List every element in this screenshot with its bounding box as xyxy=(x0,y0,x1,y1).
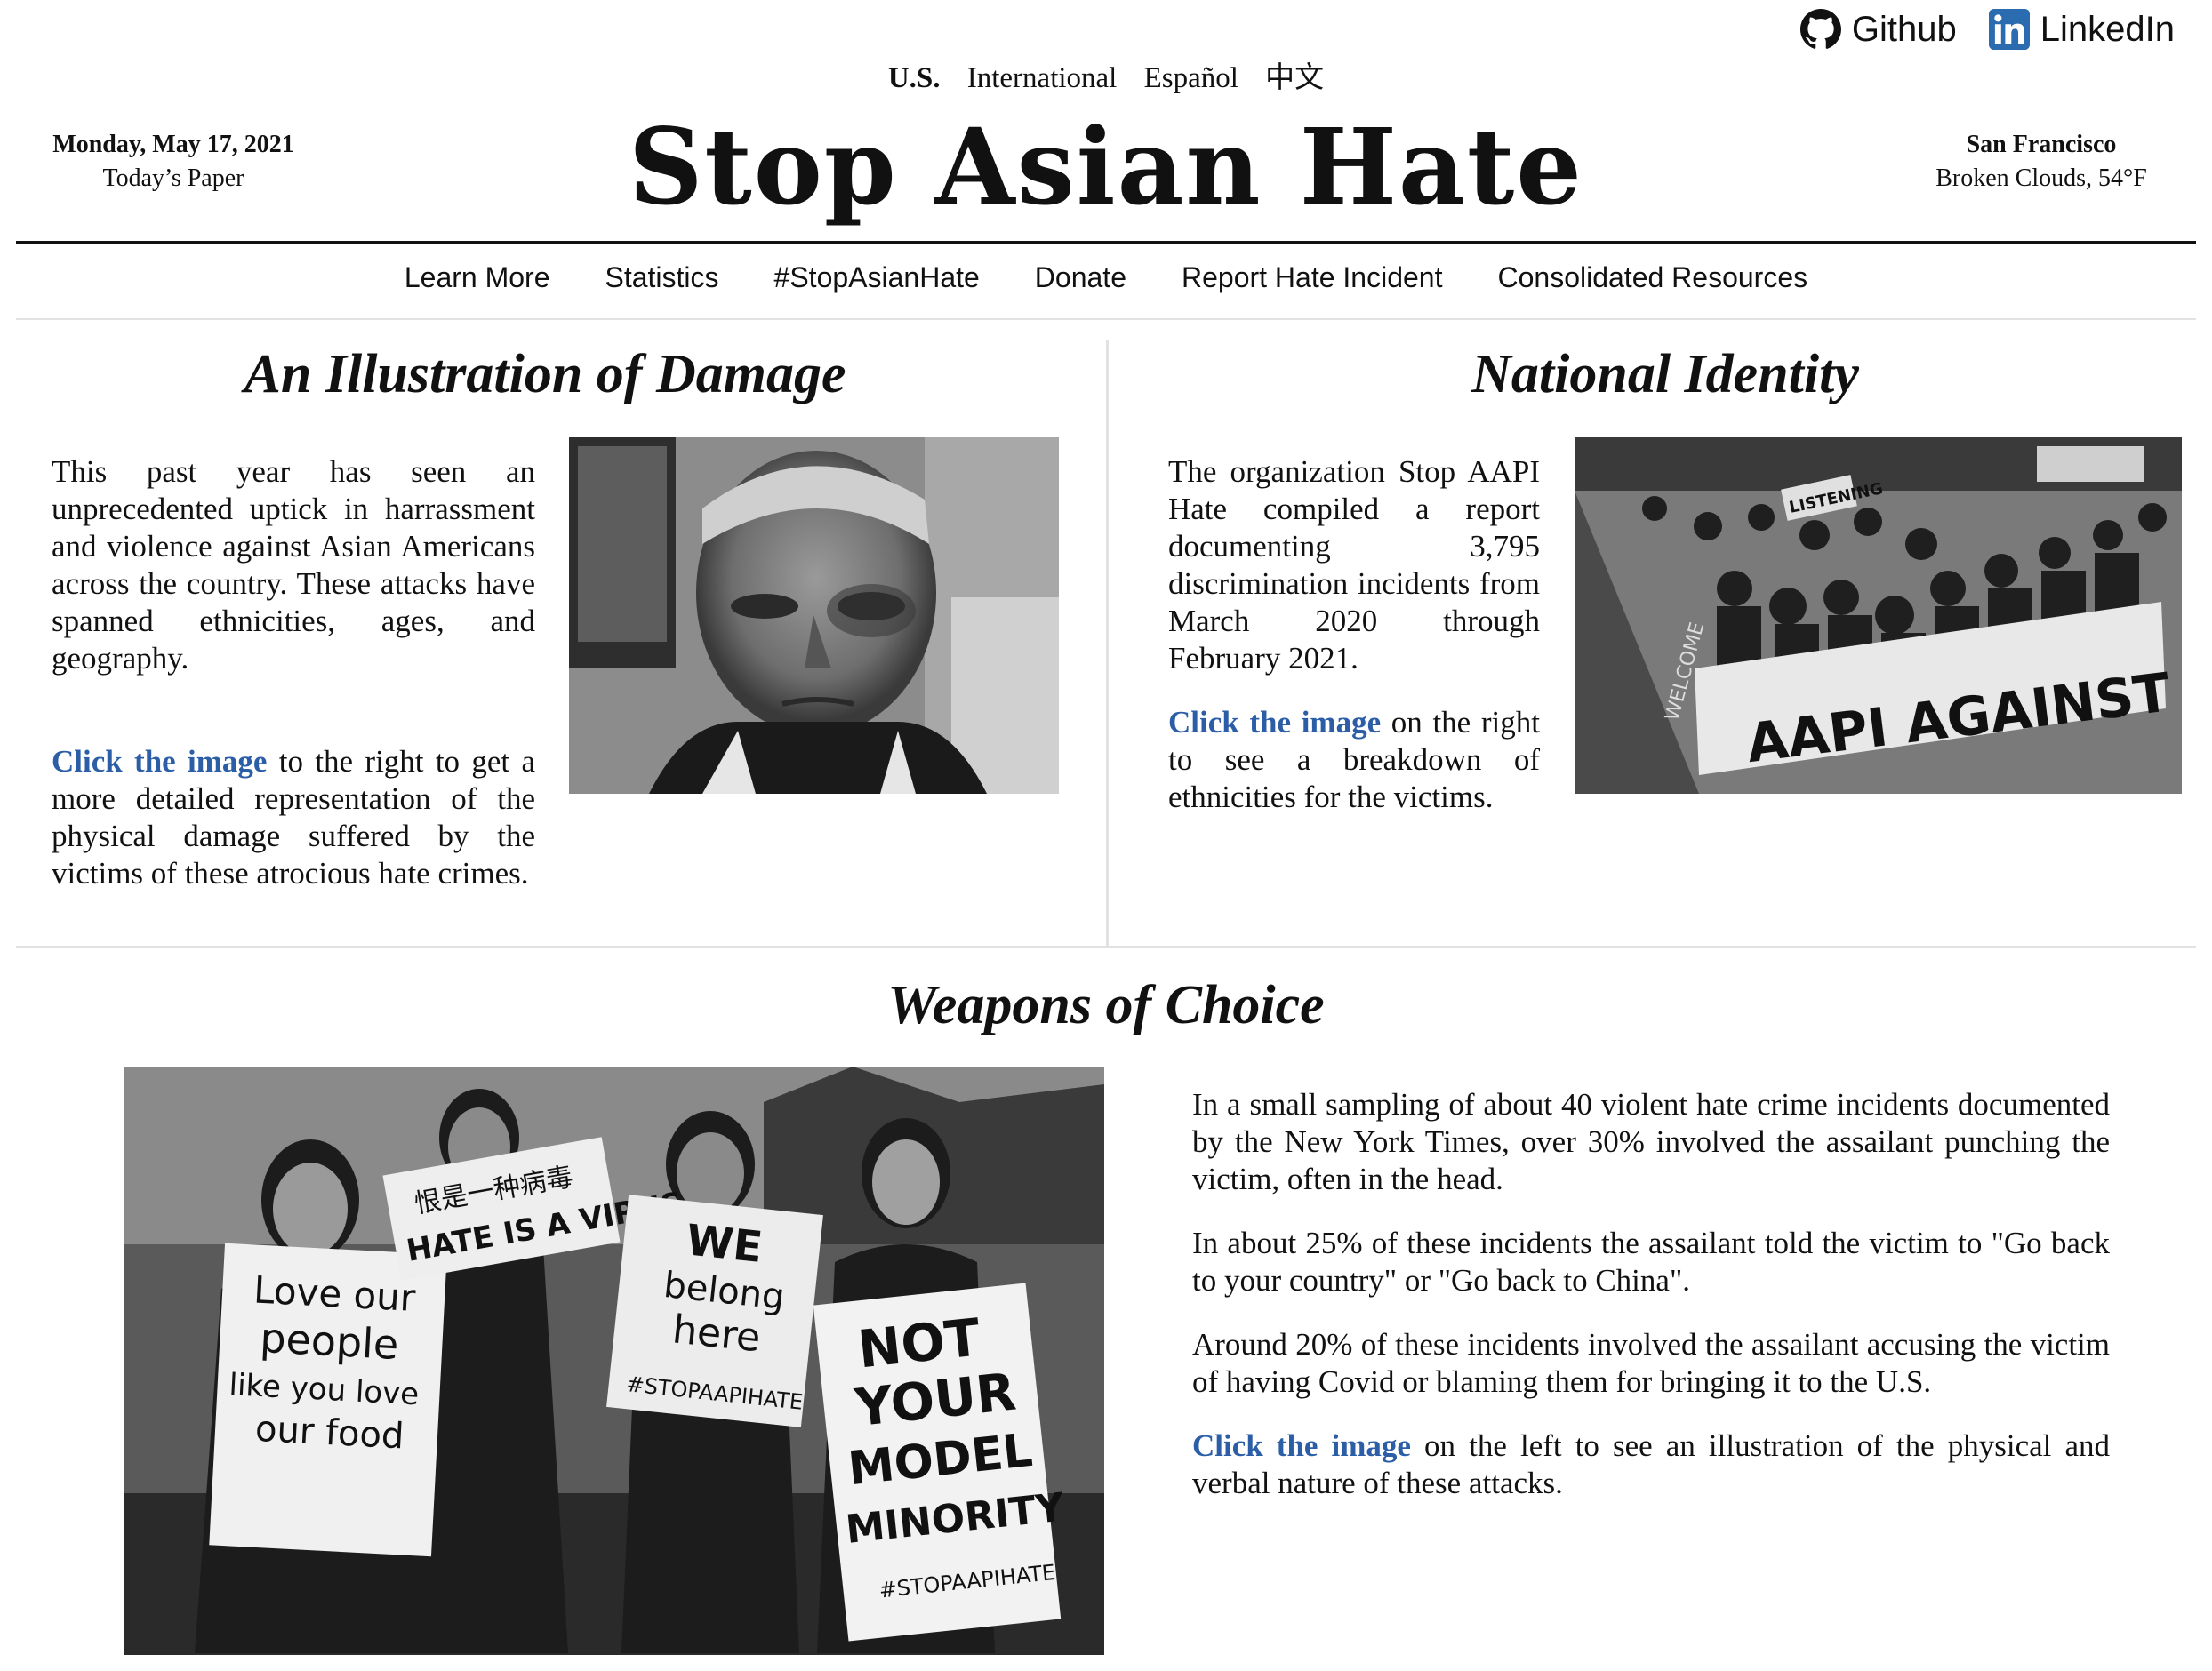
sign1-line2: people xyxy=(259,1314,400,1369)
edition-espanol[interactable]: Español xyxy=(1144,62,1238,94)
sign3-line3: here xyxy=(670,1307,763,1361)
section-divider xyxy=(16,946,2196,948)
identity-headline: National Identity xyxy=(1471,344,1859,404)
damage-headline: An Illustration of Damage xyxy=(244,344,846,404)
damage-photo[interactable] xyxy=(569,437,1059,794)
weapons-photo[interactable]: Love our people like you love our food 恨… xyxy=(124,1067,1104,1655)
edition-switcher: U.S. International Español 中文 xyxy=(0,53,2212,96)
elderly-victim-image xyxy=(569,437,1059,794)
weather-block: San Francisco Broken Clouds, 54°F xyxy=(1908,128,2175,196)
aapi-march-image: LISTENING AAPI AGAINST HATE WELCOME xyxy=(1575,437,2182,794)
github-icon xyxy=(1799,9,1841,49)
github-label: Github xyxy=(1851,9,1957,49)
edition-chinese[interactable]: 中文 xyxy=(1265,62,1324,94)
weather-conditions: Broken Clouds, 54°F xyxy=(1936,164,2147,192)
nav-consolidated-resources[interactable]: Consolidated Resources xyxy=(1497,261,1807,294)
nav-statistics[interactable]: Statistics xyxy=(605,261,719,294)
edition-us[interactable]: U.S. xyxy=(888,62,941,94)
column-divider xyxy=(1106,340,1109,946)
masthead-rule xyxy=(16,241,2196,244)
nav-report-hate-incident[interactable]: Report Hate Incident xyxy=(1182,261,1443,294)
nav-rule xyxy=(16,318,2196,320)
social-links: Github LinkedIn xyxy=(1799,9,2175,50)
weapons-text: In a small sampling of about 40 violent … xyxy=(1192,1086,2110,1529)
sign3-line1: WE xyxy=(684,1215,765,1273)
damage-intro-text: This past year has seen an unprecedented… xyxy=(52,454,535,676)
main-nav: Learn More Statistics #StopAsianHate Don… xyxy=(0,261,2212,294)
github-link[interactable]: Github xyxy=(1799,9,1957,50)
masthead[interactable]: Stop Asian Hate xyxy=(0,105,2212,229)
weapons-para-1: In a small sampling of about 40 violent … xyxy=(1192,1087,2110,1196)
linkedin-link[interactable]: LinkedIn xyxy=(1988,9,2175,50)
nav-learn-more[interactable]: Learn More xyxy=(405,261,550,294)
masthead-title: Stop Asian Hate xyxy=(629,105,1583,228)
linkedin-icon xyxy=(1988,9,2030,50)
identity-image-link[interactable]: Click the image xyxy=(1168,705,1381,740)
sign1-line4: our food xyxy=(254,1409,405,1458)
identity-photo[interactable]: LISTENING AAPI AGAINST HATE WELCOME xyxy=(1575,437,2182,794)
identity-link-paragraph: Click the image on the right to see a br… xyxy=(1168,704,1540,816)
nav-stopasianhate[interactable]: #StopAsianHate xyxy=(774,261,980,294)
nav-donate[interactable]: Donate xyxy=(1035,261,1126,294)
protest-signs-image: Love our people like you love our food 恨… xyxy=(124,1067,1104,1655)
linkedin-label: LinkedIn xyxy=(2040,9,2175,49)
weapons-headline: Weapons of Choice xyxy=(887,975,1325,1035)
edition-international[interactable]: International xyxy=(967,62,1118,94)
weapons-para-3: Around 20% of these incidents involved t… xyxy=(1192,1327,2110,1399)
identity-intro-text: The organization Stop AAPI Hate compiled… xyxy=(1168,454,1540,676)
sign1-line1: Love our xyxy=(252,1267,417,1319)
weapons-para-4: Click the image on the left to see an il… xyxy=(1192,1427,2110,1502)
damage-link-paragraph-top: Click the image to the right to get a mo… xyxy=(52,743,535,892)
weather-city: San Francisco xyxy=(1966,131,2117,158)
damage-image-link[interactable]: Click the image xyxy=(52,744,267,779)
weapons-para-2: In about 25% of these incidents the assa… xyxy=(1192,1226,2110,1298)
weapons-image-link[interactable]: Click the image xyxy=(1192,1428,1411,1463)
